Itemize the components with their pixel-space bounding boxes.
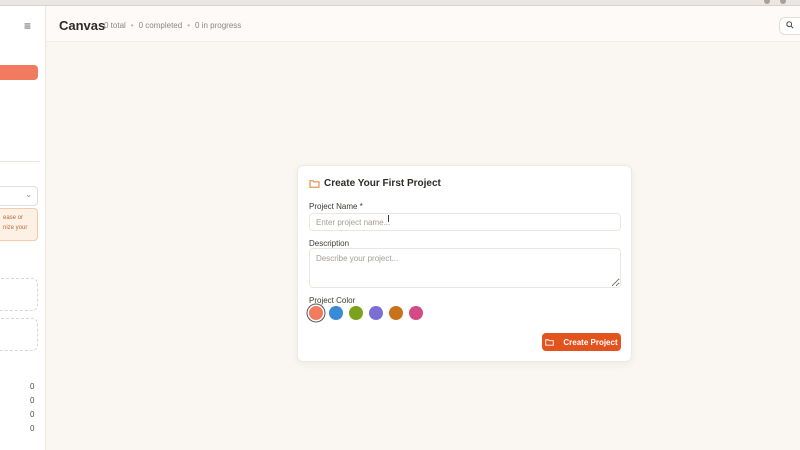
- stat-completed: 0 completed: [138, 21, 183, 30]
- color-swatch[interactable]: [369, 306, 383, 320]
- create-project-label: Create Project: [563, 337, 618, 347]
- card-header: Create Your First Project: [309, 178, 441, 189]
- chevron-down-icon: ⌄: [25, 190, 32, 199]
- folder-icon: [545, 339, 555, 346]
- description-field[interactable]: [309, 248, 621, 288]
- color-swatches: [309, 306, 429, 320]
- sidebar-count: 0: [30, 424, 35, 433]
- color-swatch[interactable]: [389, 306, 403, 320]
- sidebar-dropzone[interactable]: [0, 278, 38, 311]
- menu-icon[interactable]: ≡: [24, 19, 31, 33]
- page-title: Canvas: [59, 18, 106, 33]
- project-color-label: Project Color: [309, 296, 356, 305]
- card-title: Create Your First Project: [324, 178, 441, 189]
- sidebar-count: 0: [30, 396, 35, 405]
- create-project-card: Create Your First Project Project Name *…: [297, 165, 632, 362]
- extension-icon[interactable]: [764, 0, 770, 4]
- browser-menu-icon[interactable]: [780, 0, 786, 4]
- sidebar-notice-line-2: nize your: [3, 225, 28, 231]
- color-swatch[interactable]: [309, 306, 323, 320]
- page-header: Canvas 0 total • 0 completed • 0 in progress: [46, 6, 800, 42]
- project-name-label: Project Name *: [309, 202, 363, 211]
- stat-separator: •: [130, 21, 134, 30]
- sidebar-divider: [0, 161, 40, 162]
- create-project-button[interactable]: Create Project: [542, 333, 621, 351]
- color-swatch[interactable]: [349, 306, 363, 320]
- sidebar-dropzone[interactable]: [0, 318, 38, 351]
- project-name-input[interactable]: [309, 213, 621, 231]
- text-cursor-icon: I: [387, 214, 390, 225]
- sidebar-primary-button[interactable]: [0, 65, 38, 80]
- sidebar-count: 0: [30, 410, 35, 419]
- description-label: Description: [309, 239, 350, 248]
- sidebar-notice: ease or nize your: [0, 208, 38, 241]
- search-button[interactable]: [779, 17, 800, 35]
- sidebar-notice-line-1: ease or: [3, 215, 24, 221]
- sidebar-select[interactable]: ⌄: [0, 186, 38, 206]
- stat-separator: •: [187, 21, 191, 30]
- sidebar-count: 0: [30, 382, 35, 391]
- color-swatch[interactable]: [409, 306, 423, 320]
- stat-total: 0 total: [104, 21, 126, 30]
- search-icon: [786, 21, 794, 29]
- folder-icon: [309, 180, 320, 188]
- project-stats: 0 total • 0 completed • 0 in progress: [104, 21, 241, 30]
- color-swatch[interactable]: [329, 306, 343, 320]
- stat-in-progress: 0 in progress: [195, 21, 242, 30]
- sidebar: ≡ ⌄ ease or nize your 0 0 0 0: [0, 6, 46, 450]
